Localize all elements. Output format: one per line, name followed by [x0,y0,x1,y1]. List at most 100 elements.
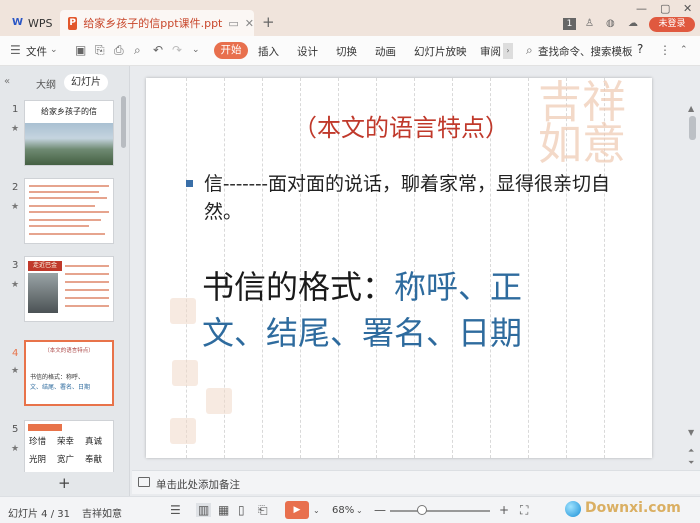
zoom-out-icon[interactable]: — [374,503,386,517]
search-icon[interactable]: ⌕ [526,43,533,58]
slide-thumbnail-2[interactable] [24,178,114,244]
zoom-in-icon[interactable]: + [499,503,509,517]
cloud-icon[interactable]: ☁ [628,18,638,29]
wps-home-tab[interactable]: W WPS [4,10,58,36]
text-line [65,297,109,299]
decorative-stamp [170,298,196,324]
slide-title: （本文的语言特点） [293,114,509,142]
reading-view-icon[interactable]: ▯ [238,503,245,517]
zoom-slider[interactable] [390,510,490,512]
shirt-icon[interactable]: ♙ [585,18,594,29]
window-icon[interactable]: ▭ [228,17,238,30]
slide-thumbnail-4[interactable]: （本文的语言特点） 书信的格式：称呼、 文、结尾、署名、日期 [24,340,114,406]
text-line [29,185,109,187]
decorative-stamp [206,388,232,414]
text-line [29,205,95,207]
scroll-down-icon[interactable]: ▼ [688,428,694,437]
close-tab-icon[interactable]: ✕ [245,17,254,30]
minimize-icon[interactable]: — [636,2,647,15]
thumbnail-label: 走近巴金 [28,261,62,271]
save-icon[interactable]: ▣ [75,43,86,57]
word-cell: 奉献 [85,455,103,465]
sorter-view-icon[interactable]: ▦ [218,503,229,517]
add-slide-button[interactable]: + [58,474,71,492]
panel-scrollbar[interactable] [121,96,126,148]
thumbnail-number: 2 [12,182,19,193]
scroll-up-icon[interactable]: ▲ [688,104,694,113]
hamburger-menu-icon[interactable]: ☰ [10,43,21,57]
login-button[interactable]: 未登录 [649,17,695,32]
preview-icon[interactable]: ⌕ [134,43,141,58]
theme-name[interactable]: 吉祥如意 [82,505,122,520]
text-line [29,219,101,221]
new-tab-icon[interactable]: + [262,14,275,30]
format-items-2: 文、结尾、署名、日期 [202,314,523,352]
tab-review[interactable]: 审阅 [480,44,501,59]
document-tab[interactable]: P 给家乡孩子的信ppt课件.ppt ▭ ✕ [60,10,254,36]
prev-page-icon[interactable]: ⏶ [688,446,694,456]
redo-icon[interactable]: ↷ [172,43,182,57]
play-slideshow-button[interactable]: ▶ [285,501,309,519]
tab-animation[interactable]: 动画 [375,44,396,59]
slide-thumbnail-5[interactable]: 珍惜 荣幸 真诚 光阴 宽广 奉献 [24,420,114,472]
ribbon-scroll-right-icon[interactable]: › [503,43,513,59]
maximize-icon[interactable]: ▢ [660,2,670,15]
print-icon[interactable]: ⎙ [114,43,124,58]
thumbnail-number: 3 [12,260,19,271]
tab-outline[interactable]: 大纲 [36,76,56,91]
zoom-dropdown-icon[interactable]: ⌄ [356,506,363,515]
normal-view-icon[interactable]: ▥ [196,503,212,517]
undo-icon[interactable]: ↶ [153,43,163,57]
slide-thumbnail-3[interactable]: 走近巴金 [24,256,114,322]
tab-slideshow[interactable]: 幻灯片放映 [414,44,467,59]
play-options-icon[interactable]: ⌄ [313,506,320,515]
slide-canvas[interactable]: 吉祥如意 （本文的语言特点） 信-------面对面的说话，聊着家常，显得很亲切… [146,78,652,458]
thumbnail-text: 文、结尾、署名、日期 [30,384,91,391]
decorative-calligraphy: 吉祥如意 [538,78,626,170]
command-search[interactable]: 查找命令、搜索模板 [538,44,633,59]
word-cell: 宽广 [57,455,75,465]
align-menu-icon[interactable]: ☰ [170,503,181,517]
document-title: 给家乡孩子的信ppt课件.ppt [83,17,223,30]
notes-view-icon[interactable]: ⎗ [258,503,268,518]
file-menu[interactable]: 文件 [26,44,47,59]
page-badge[interactable]: 1 [563,18,576,30]
slide-thumbnail-1[interactable]: 给家乡孩子的信 [24,100,114,166]
chevron-down-icon[interactable]: ⌄ [50,45,58,55]
tab-insert[interactable]: 插入 [258,44,279,59]
word-cell: 珍惜 [29,437,47,447]
tab-slides[interactable]: 幻灯片 [64,74,108,91]
text-line [29,191,99,193]
close-window-icon[interactable]: ✕ [683,2,692,15]
watermark: Downxi.com [565,499,697,521]
tab-design[interactable]: 设计 [297,44,318,59]
collapse-ribbon-icon[interactable]: ⌃ [680,45,688,55]
zoom-level[interactable]: 68% [332,505,354,516]
star-icon: ★ [11,444,20,454]
notes-bar[interactable]: 单击此处添加备注 [132,470,700,494]
watermark-text: Downxi.com [585,500,681,516]
help-icon[interactable]: ? [637,42,643,56]
more-icon[interactable]: ⌄ [192,45,200,55]
presentation-file-icon: P [68,16,78,30]
next-page-icon[interactable]: ⏷ [688,458,694,468]
settings-icon[interactable]: ⋮ [659,43,671,57]
skin-icon[interactable]: ◍ [606,18,615,29]
tab-transition[interactable]: 切换 [336,44,357,59]
title-bar: W WPS P 给家乡孩子的信ppt课件.ppt ▭ ✕ + — ▢ ✕ 1 ♙… [0,0,700,36]
text-line [29,233,105,235]
fit-window-icon[interactable]: ⛶ [520,503,528,518]
zoom-slider-handle[interactable] [417,505,428,515]
open-icon[interactable]: ⎘ [95,43,105,58]
word-cell: 真诚 [85,437,103,447]
main-scrollbar[interactable] [689,116,696,140]
star-icon: ★ [11,280,20,290]
tab-start[interactable]: 开始 [214,42,248,59]
star-icon: ★ [11,124,20,134]
slide-panel: « 大纲 幻灯片 1 ★ 给家乡孩子的信 2 ★ 3 ★ 走近巴金 4 ★ （本… [0,66,130,496]
collapse-panel-icon[interactable]: « [4,76,10,87]
thumbnail-title: （本文的语言特点） [44,348,94,354]
notes-placeholder[interactable]: 单击此处添加备注 [156,477,240,492]
watermark-logo-icon [565,501,581,517]
format-label: 书信的格式： [202,268,395,306]
